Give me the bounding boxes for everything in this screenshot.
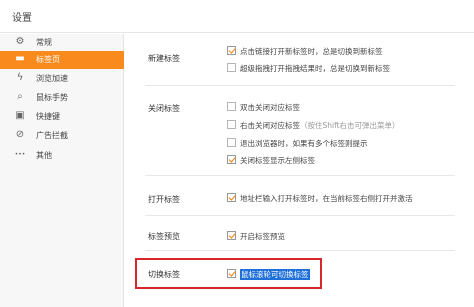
block-icon: ⊘ — [15, 129, 25, 140]
section-label-open-tab: 打开标签 — [148, 195, 180, 204]
sidebar-item-label: 常规 — [36, 38, 52, 47]
checkbox[interactable] — [227, 138, 236, 147]
section-label-close-tab: 关闭标签 — [148, 104, 180, 113]
sidebar-item-general[interactable]: ⚙ 常规 — [0, 34, 124, 52]
section-label-preview-tab: 标签预览 — [148, 232, 180, 241]
settings-sidebar: ⚙ 常规 ▬ 标签页 ϟ 浏览加速 ⌕ 鼠标手势 ▣ 快捷键 ⊘ 广告拦截 ••… — [0, 34, 124, 307]
selected-option-text: 鼠标滚轮可切换标签 — [240, 269, 310, 280]
sidebar-item-tabs[interactable]: ▬ 标签页 — [0, 51, 124, 69]
mouse-gesture-icon: ⌕ — [17, 91, 23, 102]
sidebar-item-label: 其他 — [36, 151, 52, 160]
option-hint: （按住Shift右击可弹出菜单） — [300, 121, 400, 130]
section-label-switch-tab: 切换标签 — [148, 270, 180, 279]
sidebar-item-other[interactable]: ••• 其他 — [0, 147, 124, 165]
keyboard-icon: ▣ — [15, 110, 25, 121]
sidebar-item-shortcuts[interactable]: ▣ 快捷键 — [0, 108, 124, 126]
divider — [145, 215, 455, 216]
sidebar-item-adblock[interactable]: ⊘ 广告拦截 — [0, 127, 124, 145]
sidebar-item-label: 浏览加速 — [36, 74, 68, 83]
sidebar-item-mouse-gesture[interactable]: ⌕ 鼠标手势 — [0, 89, 124, 107]
sidebar-item-acceleration[interactable]: ϟ 浏览加速 — [0, 70, 124, 88]
checkbox[interactable] — [227, 120, 236, 129]
sidebar-item-label: 广告拦截 — [36, 131, 68, 140]
tab-icon: ▬ — [15, 53, 25, 64]
sidebar-item-label: 标签页 — [36, 55, 60, 64]
checkbox[interactable] — [227, 63, 236, 72]
lightning-icon: ϟ — [16, 72, 24, 83]
checkbox-checked[interactable] — [227, 269, 236, 278]
checkbox-checked[interactable] — [227, 231, 236, 240]
sidebar-item-label: 快捷键 — [36, 112, 60, 121]
gear-icon: ⚙ — [15, 36, 25, 47]
title-bar: 设置 — [0, 0, 474, 33]
divider — [145, 250, 455, 251]
checkbox[interactable] — [227, 102, 236, 111]
checkbox-checked[interactable] — [227, 155, 236, 164]
sidebar-item-label: 鼠标手势 — [36, 93, 68, 102]
settings-content: 新建标签 点击链接打开新标签时，总是切换到新标签 超级拖拽打开拖拽结果时，总是切… — [125, 34, 474, 307]
divider — [145, 85, 455, 86]
window-title: 设置 — [12, 13, 32, 24]
checkbox-checked[interactable] — [227, 46, 236, 55]
more-icon: ••• — [14, 151, 26, 158]
section-label-new-tab: 新建标签 — [148, 54, 180, 63]
divider — [145, 175, 455, 176]
checkbox-checked[interactable] — [227, 193, 236, 202]
